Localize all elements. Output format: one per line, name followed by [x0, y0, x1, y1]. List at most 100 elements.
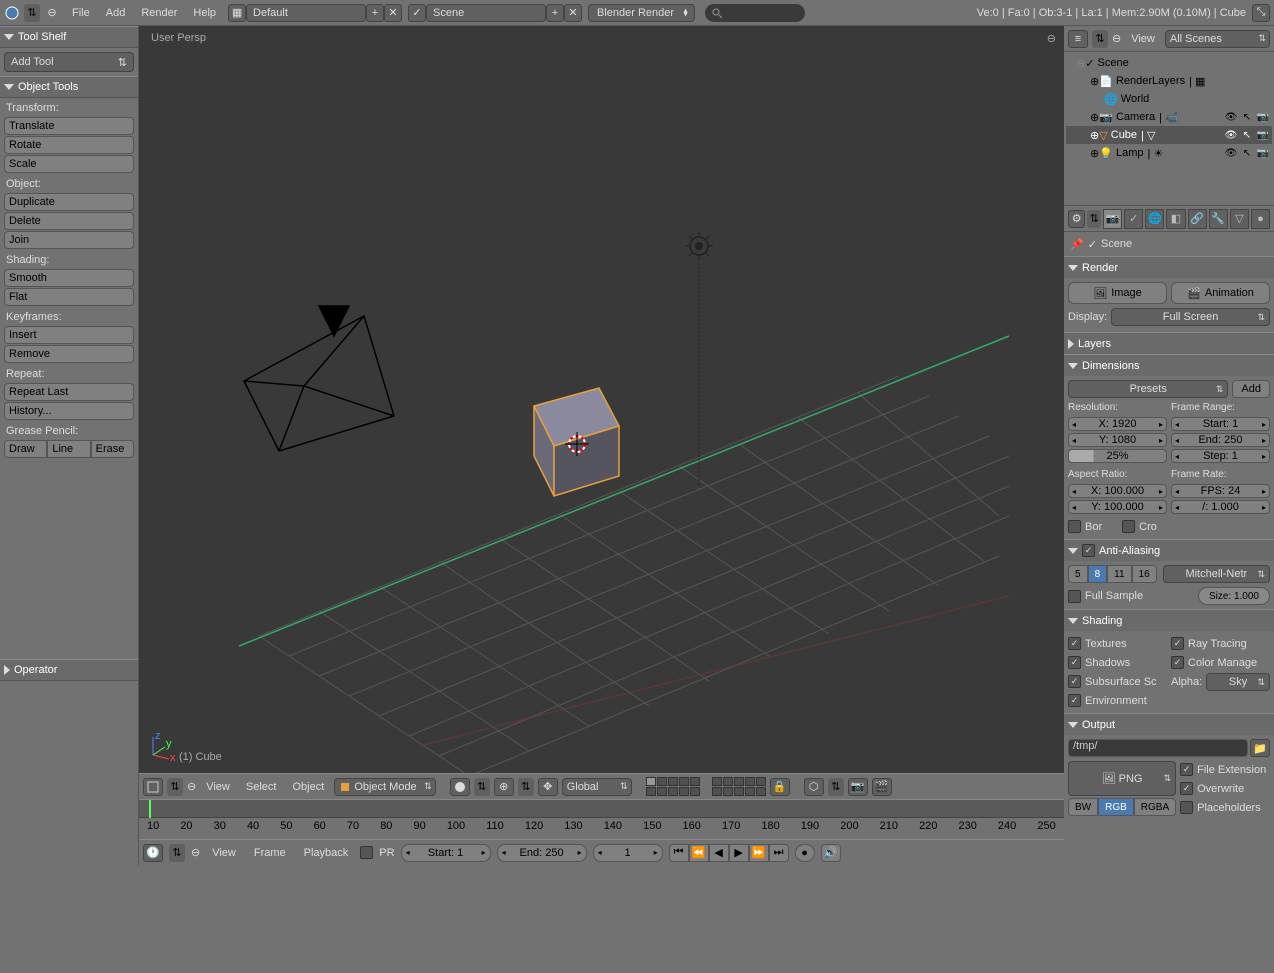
- timeline-playback-menu[interactable]: Playback: [298, 847, 355, 859]
- fr-end-field[interactable]: ◂End: 250▸: [1171, 433, 1270, 447]
- res-x-field[interactable]: ◂X: 1920▸: [1068, 417, 1167, 431]
- translate-button[interactable]: Translate: [4, 117, 134, 135]
- object-menu[interactable]: Object: [286, 781, 330, 793]
- textures-checkbox[interactable]: ✓: [1068, 637, 1081, 650]
- rotate-button[interactable]: Rotate: [4, 136, 134, 154]
- operator-panel-header[interactable]: Operator: [0, 659, 138, 681]
- rgba-button[interactable]: RGBA: [1134, 798, 1176, 816]
- full-sample-checkbox[interactable]: [1068, 590, 1081, 603]
- shading-panel-header[interactable]: Shading: [1064, 609, 1274, 631]
- tree-lamp[interactable]: ⊕ 💡 Lamp| ☀👁↖📷: [1066, 144, 1272, 162]
- shadows-checkbox[interactable]: ✓: [1068, 656, 1081, 669]
- file-ext-checkbox[interactable]: ✓: [1180, 763, 1193, 776]
- remove-keyframe-button[interactable]: Remove: [4, 345, 134, 363]
- preview-range-toggle[interactable]: [360, 846, 373, 859]
- screen-add-button[interactable]: +: [366, 4, 384, 22]
- menu-render[interactable]: Render: [133, 7, 185, 19]
- add-preset-button[interactable]: Add: [1232, 380, 1270, 398]
- raytracing-checkbox[interactable]: ✓: [1171, 637, 1184, 650]
- flat-button[interactable]: Flat: [4, 288, 134, 306]
- insert-keyframe-button[interactable]: Insert: [4, 326, 134, 344]
- bw-button[interactable]: BW: [1068, 798, 1098, 816]
- render-engine-dropdown[interactable]: Blender Render: [588, 4, 695, 22]
- search-input[interactable]: [705, 4, 805, 22]
- mode-dropdown[interactable]: Object Mode: [334, 778, 435, 796]
- subsurface-checkbox[interactable]: ✓: [1068, 675, 1081, 688]
- timeline-collapse-icon[interactable]: ⊖: [191, 846, 200, 859]
- tool-shelf-header[interactable]: Tool Shelf: [0, 26, 138, 48]
- aa-11[interactable]: 11: [1107, 565, 1131, 583]
- crop-checkbox[interactable]: [1122, 520, 1135, 533]
- viewport-collapse-icon[interactable]: ⊖: [1047, 32, 1056, 45]
- rgb-button[interactable]: RGB: [1098, 798, 1134, 816]
- aspect-x-field[interactable]: ◂X: 100.000▸: [1068, 484, 1167, 498]
- tab-modifiers[interactable]: 🔧: [1209, 209, 1228, 229]
- screen-delete-button[interactable]: ✕: [384, 4, 402, 22]
- opengl-render-icon[interactable]: 📷: [848, 778, 868, 796]
- color-manage-checkbox[interactable]: ✓: [1171, 656, 1184, 669]
- duplicate-button[interactable]: Duplicate: [4, 193, 134, 211]
- fr-step-field[interactable]: ◂Step: 1▸: [1171, 449, 1270, 463]
- timeline-editor-dropdown[interactable]: ⇅: [169, 844, 185, 862]
- fps-field[interactable]: ◂FPS: 24▸: [1171, 484, 1270, 498]
- overwrite-checkbox[interactable]: ✓: [1180, 782, 1193, 795]
- properties-editor-dropdown[interactable]: ⇅: [1087, 210, 1101, 228]
- layer-buttons-right[interactable]: [712, 777, 766, 796]
- environment-checkbox[interactable]: ✓: [1068, 694, 1081, 707]
- scene-add-button[interactable]: +: [546, 4, 564, 22]
- output-path-field[interactable]: /tmp/: [1068, 739, 1248, 757]
- editor-type-dropdown[interactable]: ⇅: [24, 4, 40, 22]
- render-animation-button[interactable]: 🎬Animation: [1171, 282, 1270, 304]
- screen-layout-field[interactable]: Default: [246, 4, 366, 22]
- gp-draw-button[interactable]: Draw: [4, 440, 47, 458]
- current-frame-field[interactable]: ◂1▸: [593, 844, 663, 862]
- viewport-shading-icon[interactable]: [450, 778, 470, 796]
- renderable-icon[interactable]: 📷: [1256, 110, 1270, 124]
- menu-file[interactable]: File: [64, 7, 98, 19]
- 3dview-editor-icon[interactable]: [143, 778, 163, 796]
- renderable-icon[interactable]: 📷: [1256, 128, 1270, 142]
- menu-help[interactable]: Help: [185, 7, 224, 19]
- jump-end-button[interactable]: ⏭: [769, 844, 789, 862]
- repeat-last-button[interactable]: Repeat Last: [4, 383, 134, 401]
- view-menu[interactable]: View: [200, 781, 236, 793]
- gp-line-button[interactable]: Line: [47, 440, 90, 458]
- tree-world[interactable]: 🌐 World: [1066, 90, 1272, 108]
- gp-erase-button[interactable]: Erase: [91, 440, 134, 458]
- outliner-editor-icon[interactable]: ≡: [1068, 30, 1088, 48]
- tree-scene[interactable]: ⊖ ✓ Scene: [1066, 54, 1272, 72]
- render-image-button[interactable]: 🖼Image: [1068, 282, 1167, 304]
- screen-browse-icon[interactable]: ▦: [228, 4, 246, 22]
- properties-editor-icon[interactable]: ⚙: [1068, 210, 1085, 228]
- selectable-icon[interactable]: ↖: [1240, 110, 1254, 124]
- menu-add[interactable]: Add: [98, 7, 134, 19]
- timeline-frame-menu[interactable]: Frame: [248, 847, 292, 859]
- selectable-icon[interactable]: ↖: [1240, 128, 1254, 142]
- outliner-tree[interactable]: ⊖ ✓ Scene ⊕ 📄 RenderLayers| ▦ 🌐 World ⊕ …: [1064, 52, 1274, 205]
- keyframe-prev-button[interactable]: ⏪: [689, 844, 709, 862]
- aspect-y-field[interactable]: ◂Y: 100.000▸: [1068, 500, 1167, 514]
- manipulator-toggle[interactable]: ✥: [538, 778, 558, 796]
- end-frame-field[interactable]: ◂End: 250▸: [497, 844, 587, 862]
- renderable-icon[interactable]: 📷: [1256, 146, 1270, 160]
- border-checkbox[interactable]: [1068, 520, 1081, 533]
- tab-world[interactable]: 🌐: [1145, 209, 1164, 229]
- add-tool-dropdown[interactable]: Add Tool⇅: [4, 52, 134, 72]
- select-menu[interactable]: Select: [240, 781, 283, 793]
- pivot-dropdown[interactable]: ⇅: [518, 778, 534, 796]
- play-button[interactable]: ▶: [729, 844, 749, 862]
- res-percent-field[interactable]: 25%: [1068, 449, 1167, 463]
- transform-orientation-dropdown[interactable]: Global: [562, 778, 632, 796]
- scene-name-field[interactable]: Scene: [426, 4, 546, 22]
- outliner-collapse-icon[interactable]: ⊖: [1112, 32, 1121, 45]
- tab-object[interactable]: ◧: [1166, 209, 1185, 229]
- 3dview-editor-dropdown[interactable]: ⇅: [167, 778, 183, 796]
- back-to-previous-button[interactable]: ⤡: [1252, 4, 1270, 22]
- timeline-track[interactable]: [139, 800, 1064, 818]
- history-button[interactable]: History...: [4, 402, 134, 420]
- scene-delete-button[interactable]: ✕: [564, 4, 582, 22]
- output-panel-header[interactable]: Output: [1064, 713, 1274, 735]
- aa-8[interactable]: 8: [1088, 565, 1108, 583]
- fps-base-field[interactable]: ◂/: 1.000▸: [1171, 500, 1270, 514]
- 3dview-collapse-icon[interactable]: ⊖: [187, 780, 196, 793]
